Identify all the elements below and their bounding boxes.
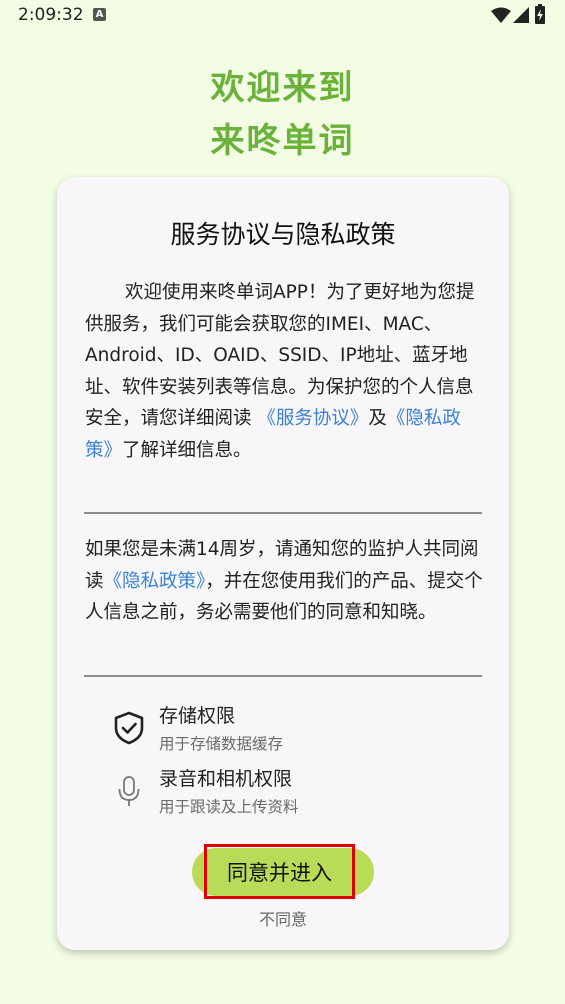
status-time: 2:09:32 (18, 5, 84, 25)
notification-a-icon: A (93, 8, 106, 21)
privacy-policy-link-minor[interactable]: 《隐私政策》 (104, 571, 206, 592)
service-agreement-paragraph: 欢迎使用来咚单词APP！为了更好地为您提供服务，我们可能会获取您的IMEI、MA… (85, 277, 483, 466)
minor-notice-paragraph: 如果您是未满14周岁，请通知您的监护人共同阅读《隐私政策》，并在您使用我们的产品… (85, 534, 483, 629)
disagree-button[interactable]: 不同意 (233, 906, 333, 930)
shield-check-icon (114, 711, 144, 745)
dialog-title: 服务协议与隐私政策 (170, 220, 396, 249)
status-icons (491, 4, 551, 26)
permission-name: 录音和相机权限 (159, 768, 293, 790)
para1-text-a: 欢迎使用来咚单词APP！为了更好地为您提供服务，我们可能会获取您的IMEI、MA… (85, 282, 475, 429)
para1-text-b: 及 (368, 408, 387, 429)
para1-text-c: 了解详细信息。 (122, 439, 252, 461)
battery-charging-icon (535, 4, 545, 24)
service-agreement-link[interactable]: 《服务协议》 (257, 408, 368, 429)
agree-and-enter-button[interactable]: 同意并进入 (204, 844, 355, 899)
permission-description: 用于存储数据缓存 (159, 735, 284, 753)
welcome-title-line2: 来咚单词 (210, 121, 355, 161)
permission-item-record-camera: 录音和相机权限 用于跟读及上传资料 (113, 764, 443, 820)
wifi-icon (491, 7, 511, 23)
signal-icon (513, 7, 529, 23)
divider (84, 512, 482, 514)
welcome-title-line1: 欢迎来到 (210, 68, 355, 108)
status-bar: 2:09:32 A (0, 0, 565, 32)
permission-item-storage: 存储权限 用于存储数据缓存 (113, 701, 443, 757)
divider (84, 675, 482, 677)
permission-description: 用于跟读及上传资料 (159, 798, 299, 816)
permission-name: 存储权限 (159, 705, 236, 727)
microphone-icon (118, 776, 140, 806)
privacy-dialog: 服务协议与隐私政策 欢迎使用来咚单词APP！为了更好地为您提供服务，我们可能会获… (57, 177, 509, 950)
